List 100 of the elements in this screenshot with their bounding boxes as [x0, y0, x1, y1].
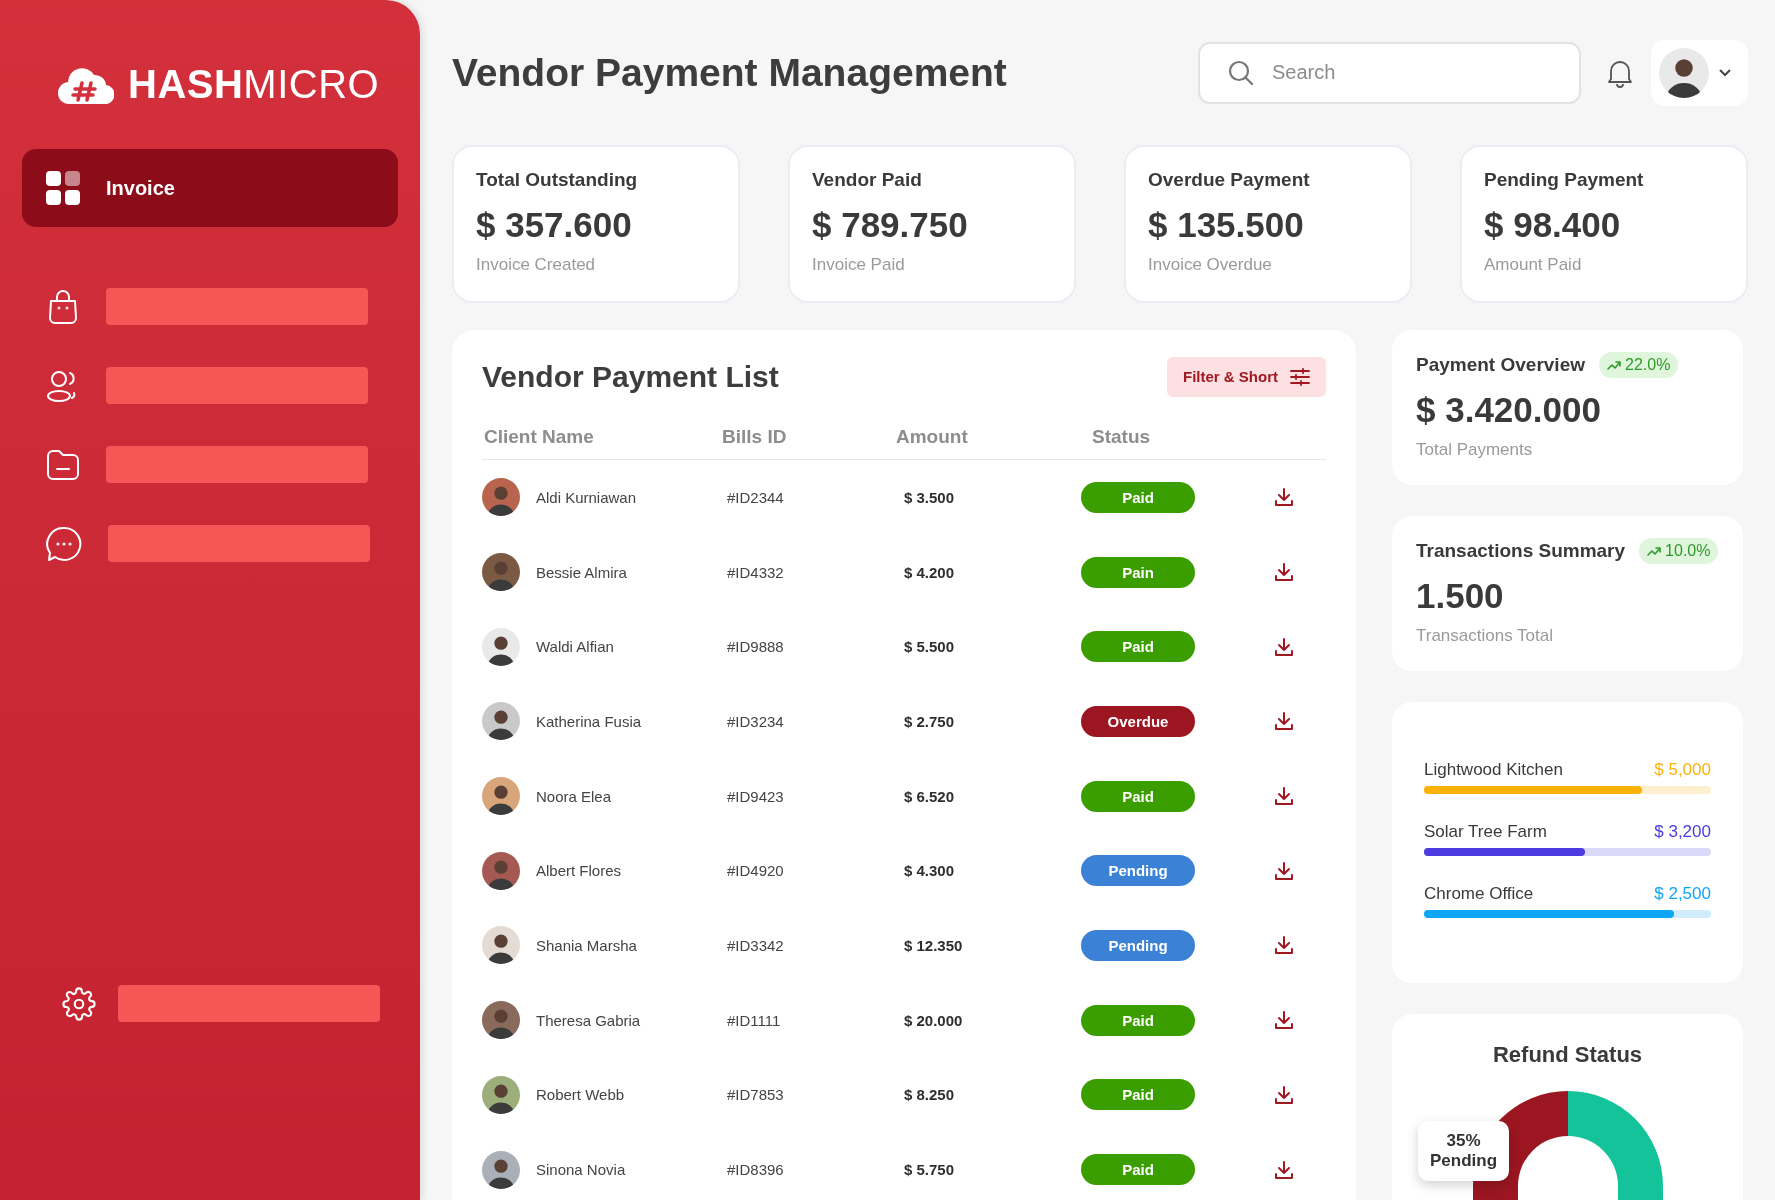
status-badge: Paid [1081, 1154, 1195, 1186]
client-name: Katherina Fusia [536, 712, 642, 730]
stat-title: Pending Payment [1484, 169, 1645, 191]
trend-up-icon [1607, 360, 1621, 370]
bill-id: #ID4920 [726, 862, 785, 880]
filter-button[interactable]: Filter & Short [1167, 356, 1326, 397]
client-name: Noora Elea [536, 787, 612, 805]
stat-caption: Amount Paid [1484, 255, 1583, 275]
client-name: Aldi Kurniawan [536, 488, 637, 506]
download-icon [1274, 487, 1294, 508]
vendor-amount: $ 2,500 [1654, 884, 1711, 904]
search-icon [1228, 59, 1254, 86]
avatar [482, 851, 520, 890]
stat-caption: Invoice Paid [812, 255, 906, 275]
stat-value: $ 357.600 [476, 205, 633, 245]
bill-id: #ID3342 [726, 936, 785, 954]
card-title: Refund Status [1492, 1042, 1643, 1068]
avatar [482, 777, 520, 816]
amount: $ 2.750 [903, 712, 956, 730]
amount: $ 12.350 [903, 936, 964, 954]
card-value: $ 3.420.000 [1416, 390, 1602, 430]
client-name: Waldi Alfian [536, 638, 614, 656]
status-badge: Paid [1081, 1004, 1195, 1036]
avatar [482, 1075, 520, 1114]
vendor-amount: $ 5,000 [1654, 760, 1711, 780]
client-name: Sinona Novia [536, 1161, 626, 1179]
stat-title: Total Outstanding [476, 169, 639, 191]
avatar [482, 478, 520, 517]
bill-id: #ID4332 [726, 563, 785, 581]
download-icon [1274, 1159, 1294, 1180]
card-caption: Total Payments [1416, 440, 1534, 460]
chat-icon [46, 525, 82, 562]
bill-id: #ID8396 [726, 1161, 785, 1179]
bill-id: #ID9888 [726, 638, 785, 656]
card-title: Transactions Summary [1416, 540, 1626, 562]
stat-value: $ 789.750 [812, 205, 969, 245]
user-menu[interactable] [1651, 39, 1748, 106]
amount: $ 3.500 [903, 488, 956, 506]
stat-caption: Invoice Overdue [1148, 255, 1273, 275]
bill-id: #ID1111 [726, 1011, 782, 1029]
avatar [482, 1150, 520, 1189]
amount: $ 5.500 [903, 638, 956, 656]
folder-icon [46, 447, 80, 482]
client-name: Robert Webb [536, 1086, 625, 1104]
amount: $ 4.300 [903, 862, 956, 880]
avatar [482, 702, 520, 741]
change-badge: 22.0% [1599, 352, 1679, 378]
amount: $ 4.200 [903, 563, 956, 581]
vendor-amount: $ 3,200 [1654, 822, 1711, 842]
status-badge: Overdue [1081, 705, 1195, 737]
status-badge: Paid [1081, 1079, 1195, 1111]
download-icon [1274, 1010, 1294, 1031]
stat-value: $ 98.400 [1484, 205, 1622, 245]
bill-id: #ID7853 [726, 1086, 785, 1104]
client-name: Theresa Gabria [536, 1011, 641, 1029]
status-badge: Pending [1081, 929, 1195, 961]
settings-icon[interactable] [62, 986, 96, 1021]
amount: $ 20.000 [903, 1011, 964, 1029]
status-badge: Paid [1081, 631, 1195, 663]
status-badge: Pain [1081, 556, 1195, 588]
grid-icon [46, 171, 80, 205]
bill-id: #ID2344 [726, 488, 785, 506]
stat-caption: Invoice Created [476, 255, 597, 275]
nav-item[interactable]: Invoice [22, 149, 398, 227]
cloud-logo-icon [58, 65, 114, 104]
chevron-down-icon [1719, 68, 1731, 77]
brand-name: HASHMICRO [128, 62, 380, 107]
client-name: Shania Marsha [536, 936, 637, 954]
download-icon [1274, 636, 1294, 657]
status-badge: Paid [1081, 780, 1195, 812]
status-badge: Paid [1081, 481, 1195, 513]
download-icon [1274, 786, 1294, 807]
vendor-name: Lightwood Kitchen [1424, 760, 1563, 780]
status-badge: Pending [1081, 855, 1195, 887]
download-icon [1274, 935, 1294, 956]
table-title: Vendor Payment List [482, 359, 779, 394]
column-header: Client Name [483, 426, 595, 448]
download-icon [1274, 860, 1294, 881]
stat-title: Overdue Payment [1148, 169, 1311, 191]
avatar [482, 926, 520, 965]
card-caption: Transactions Total [1416, 626, 1554, 646]
vendor-name: Solar Tree Farm [1424, 822, 1547, 842]
card-value: 1.500 [1416, 576, 1505, 616]
client-name: Bessie Almira [536, 563, 627, 581]
callout-label: Pending [1430, 1151, 1498, 1171]
client-name: Albert Flores [536, 862, 622, 880]
download-icon [1274, 1084, 1294, 1105]
shopping-bag-icon [46, 288, 80, 325]
amount: $ 6.520 [903, 787, 956, 805]
page-title: Vendor Payment Management [452, 50, 1008, 95]
avatar [1659, 47, 1709, 98]
stat-title: Vendor Paid [812, 169, 923, 191]
search-input[interactable]: Search [1270, 60, 1470, 85]
avatar [482, 1001, 520, 1040]
amount: $ 8.250 [903, 1086, 956, 1104]
avatar [482, 627, 520, 666]
column-header: Bills ID [722, 426, 788, 448]
search-field[interactable]: Search [1198, 41, 1581, 104]
stat-value: $ 135.500 [1148, 205, 1305, 245]
sliders-icon [1290, 367, 1310, 386]
